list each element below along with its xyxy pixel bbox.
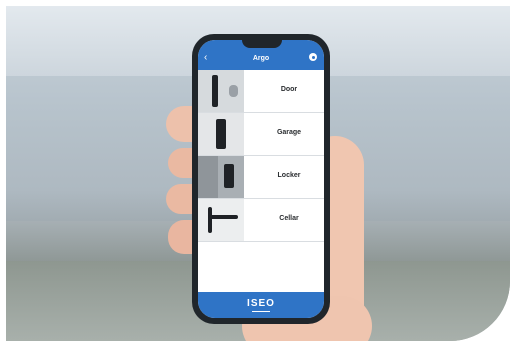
phone-notch	[242, 40, 282, 48]
background-photo: ‹ Argo Door Garage Locker Cellar ISEO	[6, 6, 510, 341]
iseo-logo: ISEO	[247, 298, 275, 309]
list-item-garage[interactable]: Garage	[198, 113, 324, 156]
lever-plate-shape	[208, 207, 212, 233]
app-title: Argo	[252, 55, 270, 62]
phone-screen: ‹ Argo Door Garage Locker Cellar ISEO	[198, 40, 324, 318]
list-item-door[interactable]: Door	[198, 70, 324, 113]
list-item-locker[interactable]: Locker	[198, 156, 324, 199]
smartphone: ‹ Argo Door Garage Locker Cellar ISEO	[192, 34, 330, 324]
list-item-label: Garage	[276, 129, 302, 136]
list-item-cellar[interactable]: Cellar	[198, 199, 324, 242]
photo-frame: ‹ Argo Door Garage Locker Cellar ISEO	[0, 0, 516, 347]
garage-lock-image	[198, 113, 244, 155]
keypad-lock-shape	[212, 75, 218, 107]
cellar-lock-image	[198, 199, 244, 241]
list-item-label: Door	[280, 86, 298, 93]
brand-footer: ISEO	[198, 292, 324, 318]
reader-shape	[229, 85, 238, 97]
locker-door-shape	[198, 156, 218, 198]
logo-underline	[252, 311, 270, 312]
list-item-label: Locker	[277, 172, 301, 179]
gear-icon[interactable]	[309, 53, 317, 61]
door-lock-image	[198, 70, 244, 112]
locker-lock-shape	[224, 164, 234, 188]
lock-list: Door Garage Locker Cellar	[198, 70, 324, 242]
keypad-lock-shape	[216, 119, 226, 149]
list-item-label: Cellar	[279, 215, 299, 222]
locker-lock-image	[198, 156, 244, 198]
lever-handle-shape	[208, 215, 238, 219]
